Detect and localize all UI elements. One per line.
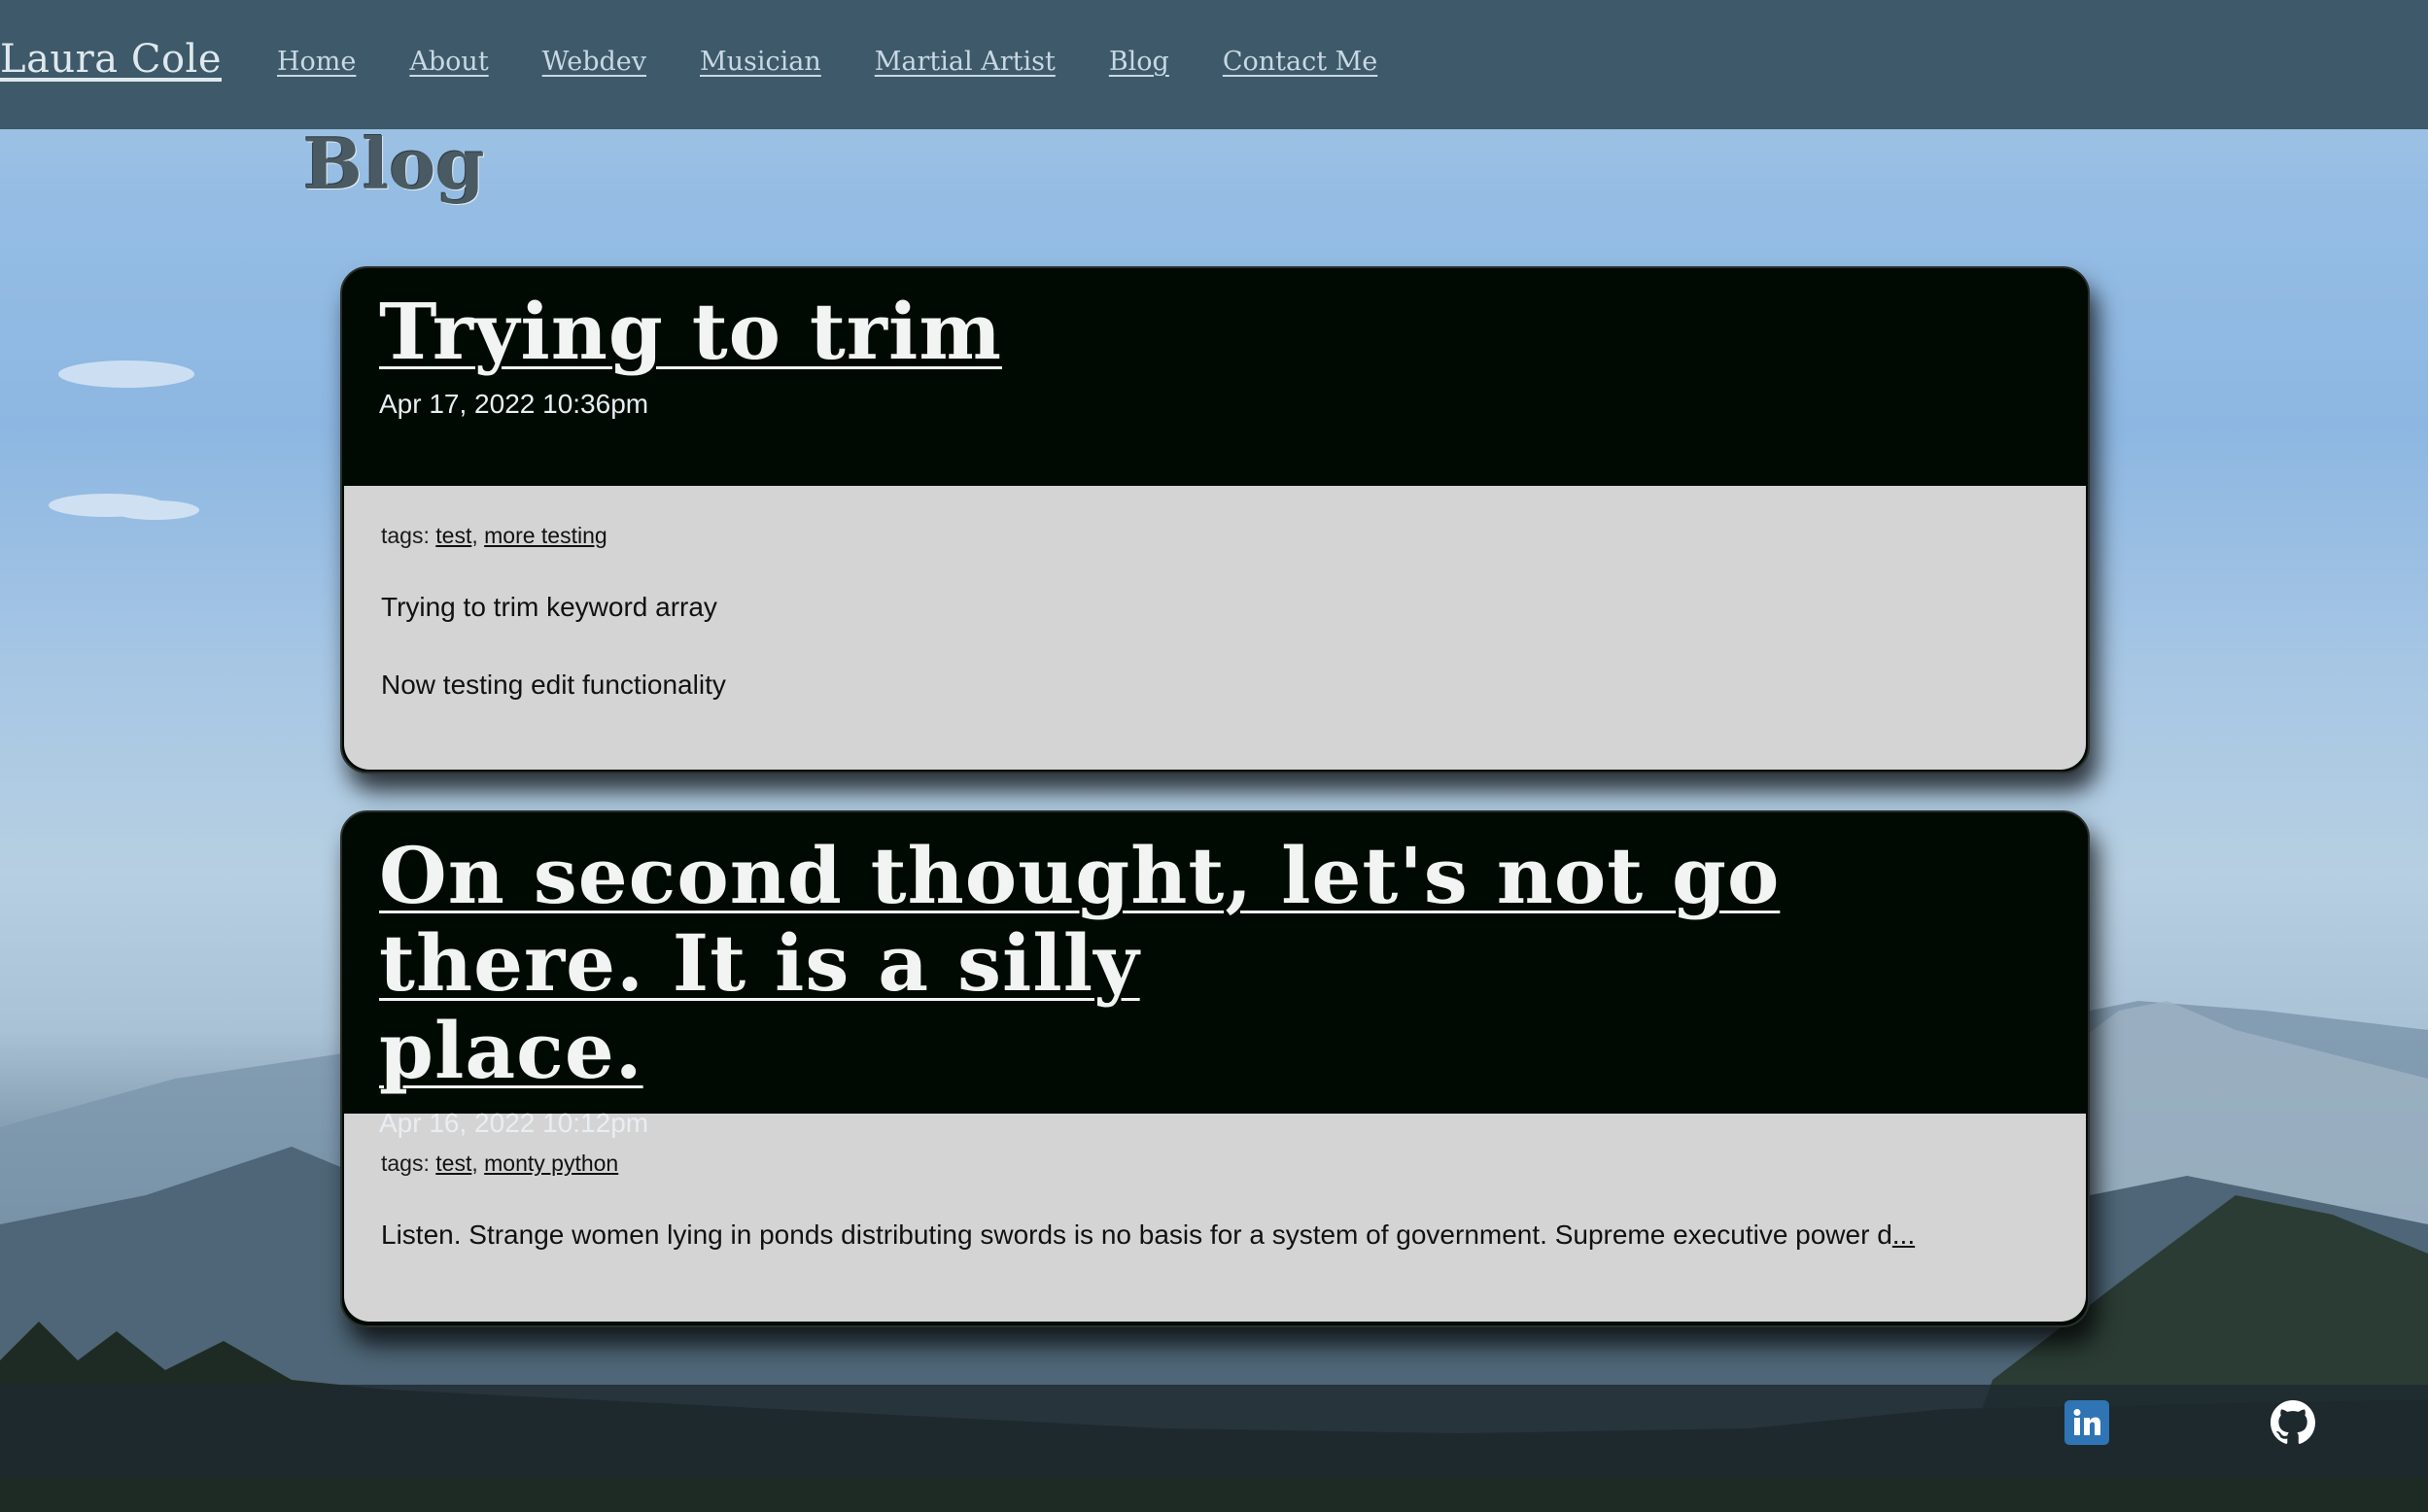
- nav-webdev[interactable]: Webdev: [542, 47, 646, 77]
- tag-separator: ,: [471, 1151, 485, 1176]
- brand-link[interactable]: Laura Cole: [0, 37, 222, 82]
- nav-home[interactable]: Home: [277, 47, 356, 77]
- tag-link-more-testing[interactable]: more testing: [484, 523, 607, 548]
- tag-link-test[interactable]: test: [435, 1151, 471, 1176]
- post-header: Trying to trim Apr 17, 2022 10:36pm: [342, 268, 2088, 486]
- post-paragraph: Trying to trim keyword array: [381, 592, 717, 622]
- post-date: Apr 16, 2022 10:12pm: [379, 1108, 649, 1138]
- nav-blog[interactable]: Blog: [1109, 47, 1169, 77]
- linkedin-glyph: [2073, 1409, 2100, 1435]
- nav-contact-me[interactable]: Contact Me: [1223, 47, 1377, 77]
- post-paragraph: Now testing edit functionality: [381, 670, 726, 701]
- nav-musician[interactable]: Musician: [700, 47, 821, 77]
- linkedin-icon[interactable]: [2064, 1400, 2109, 1445]
- nav-links: Home About Webdev Musician Martial Artis…: [277, 47, 1431, 77]
- tag-separator: ,: [471, 523, 485, 548]
- tag-link-monty-python[interactable]: monty python: [484, 1151, 618, 1176]
- post-header: On second thought, let's not go there. I…: [342, 812, 2088, 1138]
- post-tags: tags: test, more testing: [381, 523, 2049, 549]
- tags-label: tags:: [381, 1151, 430, 1176]
- post-title-line: On second thought, let's not go there. I…: [379, 830, 1781, 1009]
- post-date: Apr 17, 2022 10:36pm: [379, 389, 649, 419]
- post-title-line: place.: [379, 1005, 643, 1096]
- post-tags: tags: test, monty python: [381, 1151, 2049, 1177]
- tag-link-test[interactable]: test: [435, 523, 471, 548]
- tags-label: tags:: [381, 523, 430, 548]
- post-body: tags: test, more testing Trying to trim …: [344, 486, 2086, 770]
- navbar: Laura Cole Home About Webdev Musician Ma…: [0, 0, 2428, 129]
- github-glyph: [2271, 1400, 2315, 1444]
- github-icon[interactable]: [2271, 1400, 2315, 1445]
- read-more-link[interactable]: ...: [1892, 1220, 1915, 1250]
- excerpt-text: Listen. Strange women lying in ponds dis…: [381, 1220, 1892, 1250]
- post-excerpt: Listen. Strange women lying in ponds dis…: [381, 1218, 2049, 1253]
- blog-post-card: On second thought, let's not go there. I…: [340, 810, 2090, 1327]
- blog-post-card: Trying to trim Apr 17, 2022 10:36pm tags…: [340, 266, 2090, 773]
- nav-martial-artist[interactable]: Martial Artist: [875, 47, 1056, 77]
- post-body: tags: test, monty python Listen. Strange…: [344, 1114, 2086, 1322]
- post-title-link[interactable]: Trying to trim: [379, 288, 2051, 375]
- post-title-link[interactable]: On second thought, let's not go there. I…: [379, 832, 2051, 1094]
- nav-about[interactable]: About: [409, 47, 488, 77]
- page-title: Blog: [303, 122, 485, 205]
